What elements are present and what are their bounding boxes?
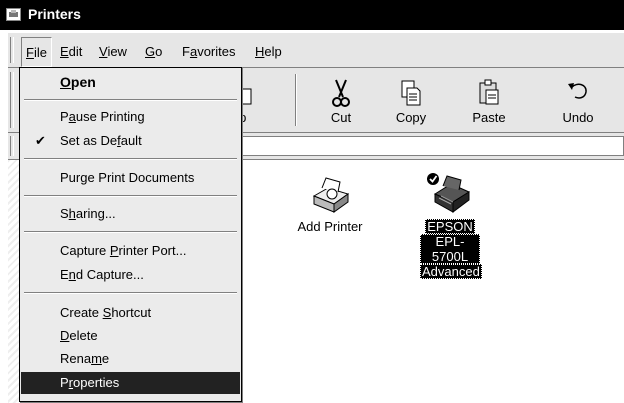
scissors-icon bbox=[332, 79, 350, 107]
copy-icon bbox=[401, 80, 421, 106]
address-field[interactable] bbox=[242, 136, 624, 156]
menu-item-create-shortcut[interactable]: Create Shortcut bbox=[21, 302, 240, 324]
menu-item-delete[interactable]: Delete bbox=[21, 325, 240, 347]
title-bar: Printers bbox=[0, 0, 624, 30]
menu-item-sharing[interactable]: Sharing... bbox=[21, 203, 240, 225]
printer-icon bbox=[427, 173, 471, 213]
file-menu-dropdown: Open Pause Printing ✔ Set as Default Pur… bbox=[19, 67, 242, 402]
checkmark-icon: ✔ bbox=[35, 133, 46, 148]
menu-item-open[interactable]: Open bbox=[21, 71, 240, 93]
toolbar-separator bbox=[295, 74, 297, 126]
menu-go[interactable]: Go bbox=[145, 44, 162, 59]
menu-item-set-as-default[interactable]: ✔ Set as Default bbox=[21, 130, 240, 152]
undo-icon bbox=[568, 83, 587, 99]
cut-button[interactable]: Cut bbox=[306, 72, 376, 128]
epson-printer-label: EPSON EPL-5700L Advanced bbox=[420, 219, 482, 279]
menu-item-properties[interactable]: Properties bbox=[21, 372, 240, 394]
default-check-icon bbox=[427, 173, 439, 185]
menu-item-rename[interactable]: Rename bbox=[21, 348, 240, 370]
menu-bar: File Edit View Go Favorites Help bbox=[8, 32, 624, 68]
window-title: Printers bbox=[28, 6, 81, 22]
epson-printer-item[interactable]: EPSON EPL-5700L Advanced bbox=[420, 170, 482, 279]
add-printer-item[interactable]: Add Printer bbox=[280, 174, 380, 234]
menu-favorites[interactable]: Favorites bbox=[182, 44, 235, 59]
copy-button[interactable]: Copy bbox=[376, 72, 446, 128]
menu-help[interactable]: Help bbox=[255, 44, 282, 59]
menu-item-capture-printer-port[interactable]: Capture Printer Port... bbox=[21, 240, 240, 262]
menu-file[interactable]: File bbox=[21, 37, 52, 67]
menu-separator bbox=[24, 158, 237, 160]
add-printer-icon bbox=[312, 177, 350, 213]
menu-separator bbox=[24, 99, 237, 101]
menu-separator bbox=[24, 292, 237, 294]
menu-edit[interactable]: Edit bbox=[60, 44, 82, 59]
printers-folder-icon bbox=[6, 8, 21, 21]
menubar-grip[interactable] bbox=[10, 37, 14, 63]
paste-icon bbox=[479, 79, 499, 105]
undo-button[interactable]: Undo bbox=[548, 72, 608, 128]
add-printer-label: Add Printer bbox=[297, 219, 363, 234]
menu-item-end-capture[interactable]: End Capture... bbox=[21, 264, 240, 286]
menu-item-purge-print-documents[interactable]: Purge Print Documents bbox=[21, 167, 240, 189]
menu-separator bbox=[24, 195, 237, 197]
menu-view[interactable]: View bbox=[99, 44, 127, 59]
menu-separator bbox=[24, 231, 237, 233]
menu-item-pause-printing[interactable]: Pause Printing bbox=[21, 106, 240, 128]
paste-button[interactable]: Paste bbox=[454, 72, 524, 128]
addressbar-grip[interactable] bbox=[10, 136, 14, 156]
toolbar-grip[interactable] bbox=[10, 72, 14, 128]
